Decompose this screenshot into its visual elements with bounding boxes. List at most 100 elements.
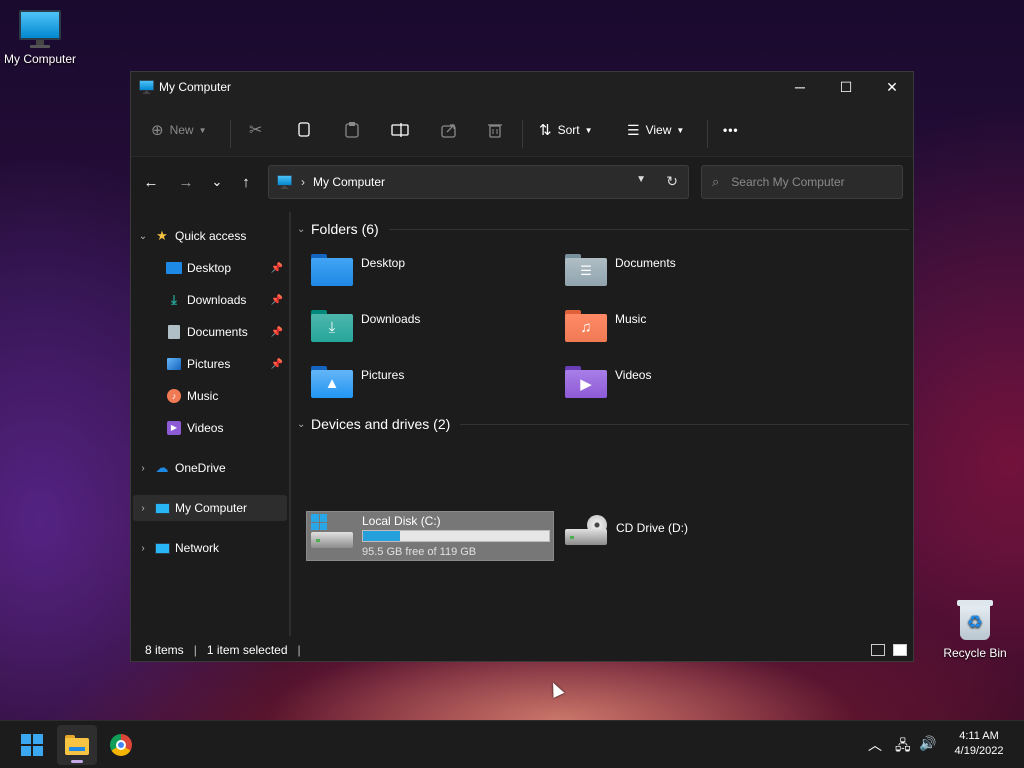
chevron-right-icon[interactable]: › [133, 543, 153, 554]
pin-icon[interactable]: 📌 [271, 359, 283, 370]
sidebar-item-downloads[interactable]: ⤓ Downloads 📌 [133, 287, 287, 313]
drive-label: Local Disk (C:) [362, 514, 441, 528]
sidebar-item-onedrive[interactable]: › ☁ OneDrive [133, 455, 287, 481]
maximize-button[interactable]: ☐ [823, 72, 869, 102]
desktop-icon-my-computer[interactable]: My Computer [0, 10, 80, 66]
sidebar-item-label: Documents [187, 325, 248, 339]
refresh-icon[interactable]: ↻ [666, 173, 678, 190]
recent-locations-button[interactable]: ⌄ [203, 170, 231, 194]
folder-tile-pictures[interactable]: ▲ Pictures [307, 362, 557, 410]
sidebar-item-quick-access[interactable]: ⌄ ★ Quick access [133, 223, 287, 249]
sidebar-item-label: Quick access [175, 229, 247, 243]
folder-tile-videos[interactable]: ▶ Videos [561, 362, 811, 410]
sidebar-item-desktop[interactable]: Desktop 📌 [133, 255, 287, 281]
tiles-view-icon[interactable] [893, 644, 907, 656]
network-status-icon[interactable]: 🖧 [895, 735, 911, 759]
view-list-icon: ☰ [627, 121, 640, 138]
paste-button[interactable] [344, 116, 360, 144]
drive-tile-local-disk[interactable]: Local Disk (C:) 95.5 GB free of 119 GB [306, 511, 554, 561]
chevron-down-icon[interactable]: ⌄ [133, 231, 153, 242]
breadcrumb-my-computer[interactable]: My Computer [313, 175, 385, 189]
monitor-icon [277, 175, 293, 189]
back-button[interactable]: ← [137, 170, 165, 194]
status-divider: | [297, 643, 301, 657]
minimize-button[interactable]: ─ [777, 72, 823, 102]
chevron-down-icon: ⌄ [297, 223, 306, 235]
system-clock[interactable]: 4:11 AM 4/19/2022 [944, 729, 1014, 759]
sidebar-item-network[interactable]: › Network [133, 535, 287, 561]
onedrive-icon: ☁ [155, 460, 169, 475]
rename-button[interactable] [391, 116, 409, 144]
pictures-icon [165, 356, 183, 372]
paste-icon [345, 122, 359, 138]
cd-drive-icon [565, 515, 607, 545]
copy-button[interactable] [297, 116, 311, 144]
taskbar-file-explorer[interactable] [57, 725, 97, 765]
search-input[interactable]: ⌕ Search My Computer [701, 165, 903, 199]
computer-icon [153, 500, 171, 516]
pin-icon[interactable]: 📌 [271, 295, 283, 306]
desktop-icon-label: Recycle Bin [943, 646, 1007, 660]
folder-tile-desktop[interactable]: Desktop [307, 250, 557, 298]
details-view-icon[interactable] [871, 644, 885, 656]
download-icon: ⤓ [171, 292, 177, 307]
chevron-down-icon[interactable]: ▼ [636, 174, 646, 185]
folder-tile-music[interactable]: ♫ Music [561, 306, 811, 354]
new-button[interactable]: ⊕ New ▼ [151, 116, 207, 144]
sidebar-item-videos[interactable]: ▶ Videos [133, 415, 287, 441]
command-bar: ⊕ New ▼ ✂ ⇅ Sort ▼ ☰ View ▼ ••• [131, 102, 913, 157]
cut-button[interactable]: ✂ [249, 116, 262, 144]
group-divider [460, 423, 909, 425]
title-bar[interactable]: My Computer ─ ☐ ✕ [131, 72, 913, 102]
share-icon [441, 124, 456, 138]
star-icon: ★ [156, 228, 168, 243]
drive-label: CD Drive (D:) [616, 521, 688, 535]
forward-button[interactable]: → [172, 170, 200, 194]
sidebar-item-label: Music [187, 389, 219, 403]
drive-free-space: 95.5 GB free of 119 GB [362, 546, 477, 558]
running-indicator [71, 760, 83, 763]
taskbar-chrome[interactable] [101, 725, 141, 765]
drives-heading: Devices and drives (2) [311, 416, 451, 432]
folders-group-header[interactable]: ⌄ Folders (6) [297, 221, 909, 237]
drive-tile-cd-drive[interactable]: CD Drive (D:) [565, 512, 811, 560]
sidebar-item-label: Network [175, 541, 220, 555]
file-explorer-icon [65, 735, 89, 755]
pin-icon[interactable]: 📌 [271, 327, 283, 338]
up-button[interactable]: ↑ [232, 170, 260, 194]
clock-time: 4:11 AM [959, 730, 999, 742]
toolbar-divider [230, 120, 231, 148]
selection-count: 1 item selected [206, 643, 288, 657]
close-button[interactable]: ✕ [869, 72, 915, 102]
delete-button[interactable] [488, 116, 502, 144]
address-bar[interactable]: › My Computer ▼ ↻ [268, 165, 689, 199]
more-options-button[interactable]: ••• [723, 116, 739, 144]
sidebar-item-music[interactable]: ♪ Music [133, 383, 287, 409]
share-button[interactable] [441, 116, 457, 144]
sort-icon: ⇅ [539, 122, 552, 139]
folder-tile-documents[interactable]: ☰ Documents [561, 250, 811, 298]
pin-icon[interactable]: 📌 [271, 263, 283, 274]
folder-tile-downloads[interactable]: ⤓ Downloads [307, 306, 557, 354]
folder-label: Pictures [361, 368, 405, 382]
monitor-icon [139, 80, 155, 94]
taskbar: ︿ 🖧 🔊 4:11 AM 4/19/2022 [0, 720, 1024, 768]
chevron-right-icon[interactable]: › [133, 503, 153, 514]
folder-icon: ⤓ [311, 310, 353, 342]
group-divider [388, 228, 909, 230]
view-button[interactable]: ☰ View ▼ [627, 116, 684, 144]
drives-group-header[interactable]: ⌄ Devices and drives (2) [297, 416, 909, 432]
chevron-up-icon[interactable]: ︿ [868, 735, 882, 755]
volume-icon[interactable]: 🔊 [919, 735, 936, 752]
sidebar-item-documents[interactable]: Documents 📌 [133, 319, 287, 345]
recycle-bin-icon: ♻ [956, 598, 994, 642]
chevron-right-icon[interactable]: › [133, 463, 153, 474]
sidebar-item-my-computer[interactable]: › My Computer [133, 495, 287, 521]
folder-icon: ▲ [311, 366, 353, 398]
sort-button[interactable]: ⇅ Sort ▼ [539, 116, 593, 144]
sidebar-item-pictures[interactable]: Pictures 📌 [133, 351, 287, 377]
item-count: 8 items [145, 643, 184, 657]
start-button[interactable] [12, 725, 52, 765]
sidebar-item-label: Downloads [187, 293, 247, 307]
desktop-icon-recycle-bin[interactable]: ♻ Recycle Bin [935, 598, 1015, 660]
